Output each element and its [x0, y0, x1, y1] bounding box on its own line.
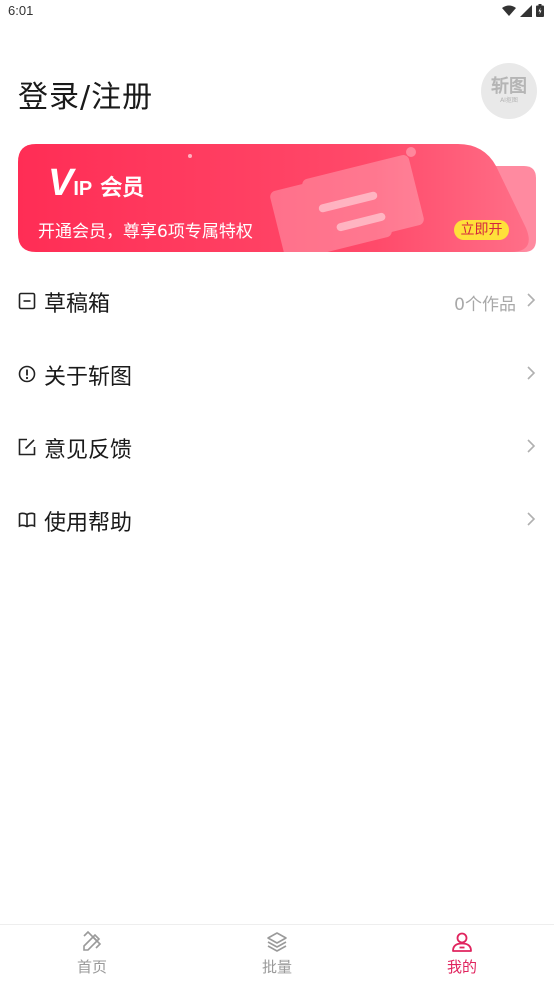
vip-logo-ip: IP — [73, 178, 93, 200]
menu-item-label: 关于斩图 — [44, 365, 133, 390]
chevron-right-icon — [527, 439, 536, 453]
avatar-logo-text: 斩图 — [491, 76, 527, 97]
tab-label: 我的 — [446, 958, 477, 976]
profile-icon — [452, 932, 472, 952]
wifi-icon — [502, 5, 516, 16]
tab-label: 批量 — [261, 958, 292, 976]
vip-description: 开通会员，尊享6项专属特权 — [38, 222, 253, 242]
vip-logo: V IP 会员 — [48, 164, 144, 202]
vip-banner[interactable]: V IP 会员 开通会员，尊享6项专属特权 立即开 — [18, 144, 536, 252]
profile-header: 登录/注册 斩图 AI抠图 — [0, 60, 554, 124]
battery-icon — [536, 4, 544, 17]
feedback-edit-icon — [18, 438, 36, 456]
login-register-link[interactable]: 登录/注册 — [18, 72, 153, 116]
avatar[interactable]: 斩图 AI抠图 — [481, 63, 537, 119]
menu-item-help[interactable]: 使用帮助 — [0, 484, 554, 557]
help-book-icon — [18, 512, 36, 528]
status-icons — [502, 4, 544, 17]
layers-icon — [267, 932, 287, 952]
tab-home[interactable]: 首页 — [0, 925, 184, 985]
chevron-right-icon — [527, 366, 536, 380]
draft-count: 0个作品 — [454, 295, 516, 315]
menu-item-drafts[interactable]: 草稿箱 0个作品 — [0, 265, 554, 338]
menu-item-label: 意见反馈 — [44, 438, 133, 463]
status-time: 6:01 — [8, 3, 34, 18]
signal-icon — [520, 4, 532, 17]
tab-mine[interactable]: 我的 — [370, 925, 554, 985]
vip-open-button[interactable]: 立即开 — [454, 220, 509, 240]
chevron-right-icon — [527, 293, 536, 307]
menu-item-label: 使用帮助 — [44, 511, 133, 536]
vip-logo-v: V — [48, 162, 74, 204]
avatar-logo-subtext: AI抠图 — [500, 97, 518, 104]
tab-batch[interactable]: 批量 — [185, 925, 369, 985]
status-bar: 6:01 — [0, 0, 554, 24]
chevron-right-icon — [527, 512, 536, 526]
menu-item-label: 草稿箱 — [44, 292, 111, 317]
menu-item-about[interactable]: 关于斩图 — [0, 338, 554, 411]
vip-logo-member: 会员 — [100, 176, 145, 201]
home-pencil-ruler-icon — [83, 930, 102, 951]
info-icon — [18, 365, 36, 383]
tab-label: 首页 — [76, 958, 107, 976]
settings-menu: 草稿箱 0个作品 关于斩图 意见反馈 使用帮助 — [0, 265, 554, 557]
menu-item-feedback[interactable]: 意见反馈 — [0, 411, 554, 484]
bottom-tab-bar: 首页 批量 我的 — [0, 924, 554, 985]
draft-box-icon — [18, 292, 36, 310]
